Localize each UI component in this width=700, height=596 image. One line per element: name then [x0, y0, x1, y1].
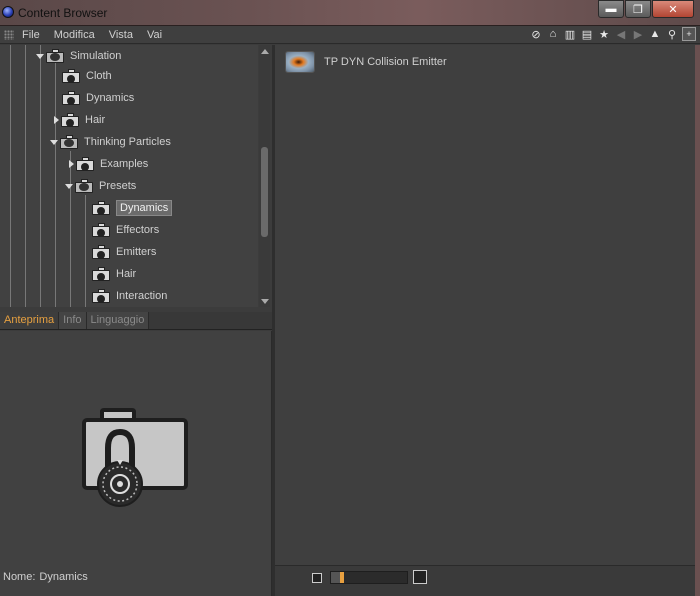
tree-item-label: Emitters	[116, 246, 157, 258]
expand-arrow-icon[interactable]	[50, 139, 58, 145]
locked-folder-icon	[92, 201, 110, 215]
window-title: Content Browser	[18, 6, 108, 20]
tab-anteprima[interactable]: Anteprima	[0, 312, 60, 329]
menu-bar: File Modifica Vista Vai ⊘ ⌂ ▥ ▤ ★ ◀ ▶ ▲ …	[0, 26, 700, 44]
tree-item-interaction[interactable]: Interaction	[92, 285, 167, 307]
large-thumbnail-icon[interactable]	[413, 570, 427, 584]
scroll-thumb[interactable]	[261, 147, 268, 237]
name-field: Nome: Dynamics	[3, 571, 92, 583]
tree-guide	[55, 63, 56, 307]
star-icon[interactable]: ★	[597, 27, 611, 41]
item-thumbnail	[285, 51, 315, 73]
menu-list: File Modifica Vista Vai	[22, 29, 176, 41]
content-item-label: TP DYN Collision Emitter	[324, 56, 447, 68]
menu-vai[interactable]: Vai	[147, 29, 162, 41]
locked-folder-icon	[92, 223, 110, 237]
content-item[interactable]: TP DYN Collision Emitter	[285, 51, 447, 73]
preview-panel	[0, 331, 272, 596]
tree-item-label: Simulation	[70, 50, 122, 62]
name-value: Dynamics	[39, 571, 88, 583]
locked-folder-icon	[62, 91, 80, 105]
zoom-knob[interactable]	[340, 572, 344, 583]
search-icon[interactable]: ⚲	[665, 27, 679, 41]
title-bar[interactable]: Content Browser ▬ ❐ ✕	[0, 0, 700, 26]
tree-item-effectors[interactable]: Effectors	[92, 219, 159, 241]
locked-folder-icon	[62, 69, 80, 83]
menu-modifica[interactable]: Modifica	[54, 29, 95, 41]
expand-arrow-icon[interactable]	[36, 53, 44, 59]
tree-item-label: Interaction	[116, 290, 168, 302]
window-controls: ▬ ❐ ✕	[597, 0, 694, 18]
scroll-up-icon[interactable]	[261, 49, 269, 54]
collapse-arrow-icon[interactable]	[54, 116, 59, 124]
tree-item-label: Presets	[99, 180, 137, 192]
tree-item-thinking-particles[interactable]: Thinking Particles	[50, 131, 171, 153]
book-icon[interactable]: ▤	[580, 27, 594, 41]
menu-file[interactable]: File	[22, 29, 40, 41]
tree-item-emitters[interactable]: Emitters	[92, 241, 156, 263]
bucket-icon[interactable]: ▥	[563, 27, 577, 41]
grip-icon[interactable]	[4, 30, 14, 40]
tree-item-label: Cloth	[86, 70, 112, 82]
tree-item-hair[interactable]: Hair	[52, 109, 105, 131]
tree-scrollbar[interactable]	[259, 45, 270, 307]
tree-item-label: Hair	[116, 268, 137, 280]
locked-folder-icon	[92, 245, 110, 259]
locked-folder-icon	[92, 267, 110, 281]
collapse-arrow-icon[interactable]	[69, 160, 74, 168]
home-icon[interactable]: ⌂	[546, 27, 560, 41]
tree-item-label: Dynamics	[116, 200, 173, 216]
expand-arrow-icon[interactable]	[65, 183, 73, 189]
tab-linguaggio[interactable]: Linguaggio	[86, 312, 150, 329]
zoom-slider[interactable]	[330, 571, 408, 584]
folder-icon	[46, 49, 64, 63]
folder-tree[interactable]: Simulation Cloth Dynamics Hair Thinking …	[0, 45, 258, 307]
up-icon[interactable]: ▲	[648, 27, 662, 41]
preview-tabs: Anteprima Info Linguaggio	[0, 312, 272, 330]
zoom-fill	[331, 572, 340, 583]
scroll-down-icon[interactable]	[261, 299, 269, 304]
tree-item-presets-hair[interactable]: Hair	[92, 263, 136, 285]
locked-folder-icon	[61, 113, 79, 127]
locked-folder-preview-icon	[82, 408, 188, 507]
minimize-button[interactable]: ▬	[598, 0, 624, 18]
tree-item-cloth[interactable]: Cloth	[62, 65, 112, 87]
name-label: Nome:	[3, 571, 36, 583]
forward-icon[interactable]: ▶	[631, 27, 645, 41]
small-thumbnail-icon[interactable]	[312, 573, 322, 583]
folder-icon	[75, 179, 93, 193]
tree-item-label: Examples	[100, 158, 149, 170]
locked-folder-icon	[76, 157, 94, 171]
tree-item-label: Thinking Particles	[84, 136, 171, 148]
tree-item-dynamics[interactable]: Dynamics	[62, 87, 134, 109]
close-button[interactable]: ✕	[652, 0, 694, 18]
toolbar: ⊘ ⌂ ▥ ▤ ★ ◀ ▶ ▲ ⚲ +	[526, 27, 696, 41]
app-icon	[2, 6, 14, 18]
tree-guide	[40, 45, 41, 307]
content-footer	[275, 565, 695, 596]
tree-item-presets-dynamics[interactable]: Dynamics	[92, 197, 173, 219]
tree-item-label: Hair	[85, 114, 106, 126]
tree-item-presets[interactable]: Presets	[65, 175, 136, 197]
tree-guide	[10, 45, 11, 307]
link-icon[interactable]: ⊘	[529, 27, 543, 41]
tree-guide	[85, 195, 86, 307]
tab-info[interactable]: Info	[59, 312, 87, 329]
tree-guide	[25, 45, 26, 307]
locked-folder-icon	[92, 289, 110, 303]
maximize-button[interactable]: ❐	[625, 0, 651, 18]
tree-item-simulation[interactable]: Simulation	[36, 45, 121, 67]
tree-item-label: Effectors	[116, 224, 160, 236]
menu-vista[interactable]: Vista	[109, 29, 133, 41]
tree-item-examples[interactable]: Examples	[67, 153, 148, 175]
folder-icon	[60, 135, 78, 149]
window-edge	[695, 45, 700, 596]
tree-item-label: Dynamics	[86, 92, 135, 104]
content-area[interactable]: TP DYN Collision Emitter	[275, 45, 695, 565]
add-icon[interactable]: +	[682, 27, 696, 41]
back-icon[interactable]: ◀	[614, 27, 628, 41]
